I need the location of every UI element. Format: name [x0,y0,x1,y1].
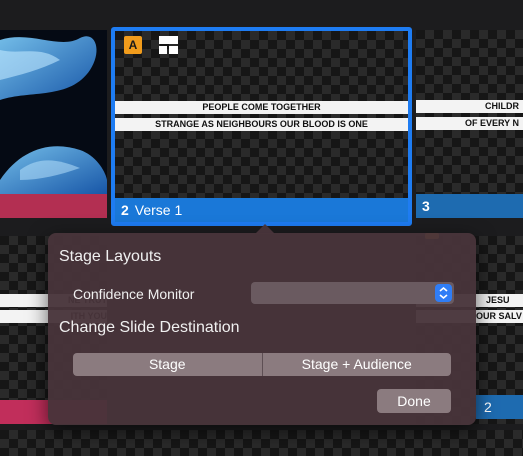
slide-background-image [0,30,107,194]
slide-footer: 2 [476,395,523,419]
slide-footer [0,194,107,218]
popover-arrow [255,224,275,234]
confidence-monitor-label: Confidence Monitor [73,286,195,302]
confidence-monitor-select[interactable] [251,282,454,304]
slide-number: 3 [422,198,430,214]
slide-lyric-line: STRANGE AS NEIGHBOURS OUR BLOOD IS ONE [115,118,408,131]
slide-lyric-line: PEOPLE COME TOGETHER [115,101,408,114]
slide-footer: 2 Verse 1 [115,198,408,222]
slide-tile-previous[interactable] [0,30,107,218]
badge-a-icon: A [124,36,142,54]
stage-layouts-heading: Stage Layouts [59,248,162,265]
destination-segmented-control: Stage Stage + Audience [73,353,451,376]
layout-grid-icon [159,36,178,54]
slide-row [0,430,523,456]
slide-tile-next[interactable]: CHILDR OF EVERY N 3 [416,30,523,218]
segment-stage-audience[interactable]: Stage + Audience [263,353,452,376]
slide-tile-selected[interactable]: PEOPLE COME TOGETHER STRANGE AS NEIGHBOU… [111,27,412,226]
stage-layouts-popover: Stage Layouts Confidence Monitor Change … [48,224,476,425]
change-destination-heading: Change Slide Destination [59,319,240,336]
segment-stage[interactable]: Stage [73,353,262,376]
slide-footer: 3 [416,194,523,218]
slide-number: 2 [121,202,129,218]
slide-lyric-line: CHILDR [416,100,523,113]
slide-lyric-line: OF EVERY N [416,117,523,130]
slide-group-label: Verse 1 [134,202,183,218]
wave-artwork [0,36,107,194]
done-button[interactable]: Done [377,389,451,413]
chevron-up-down-icon[interactable] [435,284,452,302]
